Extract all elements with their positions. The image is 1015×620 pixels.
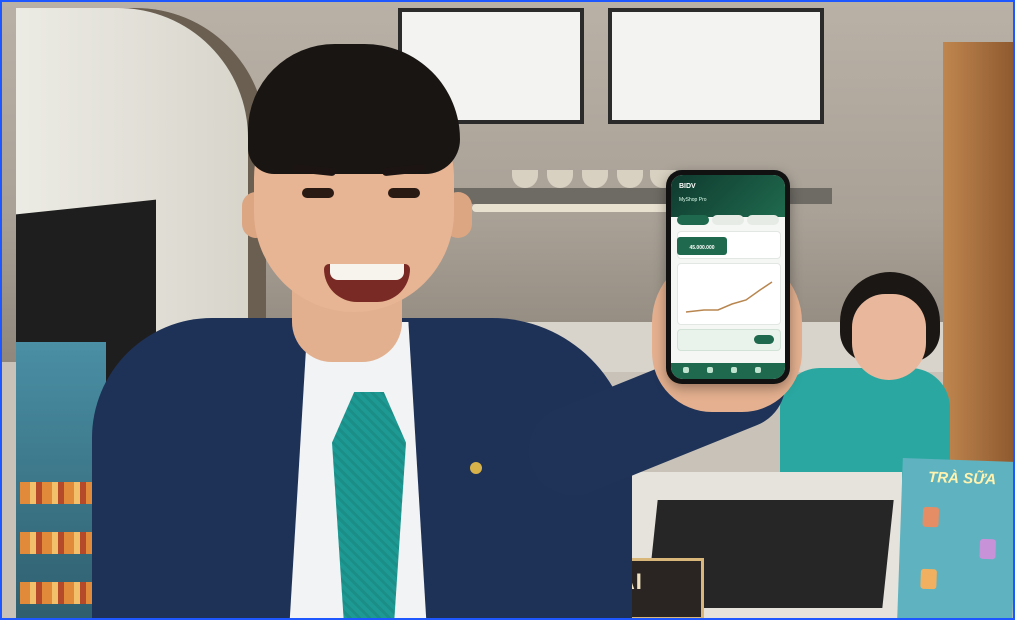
teeth [330, 264, 404, 280]
app-tab [712, 215, 744, 225]
revenue-chart-card [677, 263, 781, 325]
poster-title: TRÀ SỮA [927, 468, 997, 489]
woman-face [852, 294, 926, 380]
left-eye [302, 188, 334, 198]
app-tabs [677, 215, 779, 225]
smartphone: BIDV MyShop Pro 45.000.000 [666, 170, 790, 384]
qr-banner [677, 329, 781, 351]
cafe-scene: MÓN TẠI QUẦY TRÀ SỮA [2, 2, 1013, 618]
qr-button [754, 335, 774, 344]
app-header: BIDV MyShop Pro [671, 175, 785, 217]
transaction-icon [707, 367, 713, 373]
menu-icon [755, 367, 761, 373]
drink-icon [922, 506, 940, 528]
lapel-pin [470, 462, 482, 474]
app-tab [677, 215, 709, 225]
teal-tie [332, 392, 406, 618]
drink-icon [979, 538, 997, 560]
milk-tea-poster: TRÀ SỮA [897, 458, 1013, 618]
revenue-line [685, 281, 773, 313]
hair [248, 44, 460, 174]
balance-amount: 45.000.000 [677, 237, 727, 255]
tie-pattern [332, 392, 406, 618]
fridge-row [20, 532, 100, 554]
fridge-row [20, 482, 100, 504]
home-icon [683, 367, 689, 373]
phone-screen: BIDV MyShop Pro 45.000.000 [671, 175, 785, 379]
report-icon [731, 367, 737, 373]
revenue-line-chart [685, 281, 773, 313]
right-eye [388, 188, 420, 198]
app-tab [747, 215, 779, 225]
bank-logo: BIDV [679, 183, 696, 190]
app-bottom-nav [671, 363, 785, 379]
photo-frame: MÓN TẠI QUẦY TRÀ SỮA [0, 0, 1015, 620]
drink-icon [920, 568, 937, 590]
app-shop-name: MyShop Pro [679, 197, 707, 203]
fridge-row [20, 582, 100, 604]
